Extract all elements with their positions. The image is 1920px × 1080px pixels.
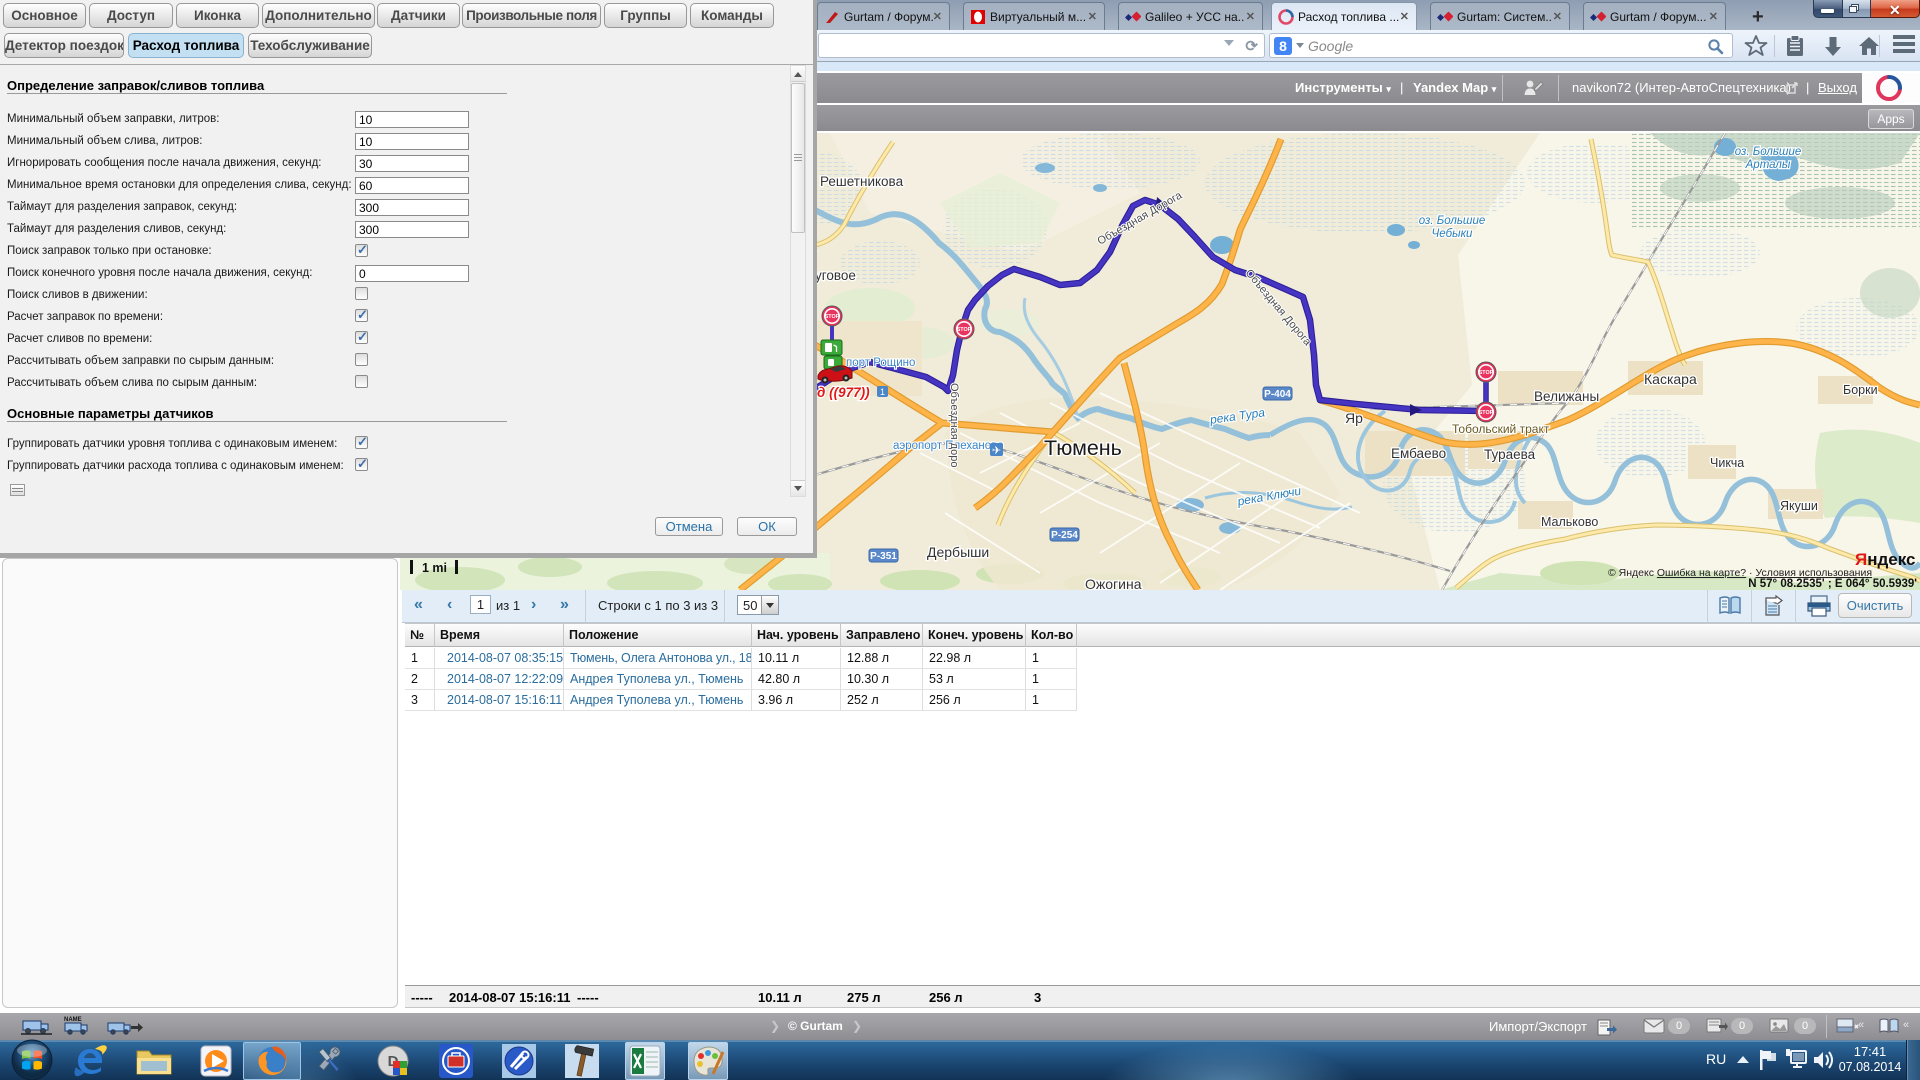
svg-text:Тобольский тракт: Тобольский тракт <box>1452 422 1550 436</box>
svg-text:Арталы: Арталы <box>1745 159 1791 171</box>
svg-text:Мальково: Мальково <box>1541 515 1598 529</box>
svg-text:уговое: уговое <box>815 268 856 283</box>
svg-text:оз. Большие: оз. Большие <box>1419 215 1486 227</box>
svg-text:Якуши: Якуши <box>1780 499 1818 513</box>
svg-text:д ((977)): д ((977)) <box>817 385 870 400</box>
svg-text:STOP: STOP <box>825 314 840 320</box>
svg-text:1 mi: 1 mi <box>422 561 447 575</box>
svg-text:Дербыши: Дербыши <box>927 544 989 560</box>
svg-text:1: 1 <box>880 387 885 397</box>
svg-text:Объездная доро: Объездная доро <box>948 383 960 467</box>
svg-text:Ожогина: Ожогина <box>1085 576 1142 590</box>
svg-text:оз. Большие: оз. Большие <box>1735 146 1802 158</box>
svg-text:Ембаево: Ембаево <box>1391 446 1446 461</box>
svg-text:STOP: STOP <box>957 327 972 333</box>
svg-text:Р-254: Р-254 <box>1051 530 1078 541</box>
svg-text:Тураева: Тураева <box>1484 447 1536 462</box>
svg-text:порт Рощино: порт Рощино <box>846 357 915 369</box>
svg-text:Чебыки: Чебыки <box>1432 228 1474 240</box>
svg-text:STOP: STOP <box>1479 370 1494 376</box>
svg-text:Решетникова: Решетникова <box>820 174 904 189</box>
svg-text:Тюмень: Тюмень <box>1044 436 1122 460</box>
svg-text:N 57° 08.2535' ; E 064° 50.593: N 57° 08.2535' ; E 064° 50.5939' <box>1748 578 1917 590</box>
svg-text:NAME: NAME <box>64 1017 82 1023</box>
svg-text:Велижаны: Велижаны <box>1534 389 1599 404</box>
svg-text:Борки: Борки <box>1843 383 1878 397</box>
svg-text:STOP: STOP <box>1479 410 1494 416</box>
svg-text:✈: ✈ <box>992 445 1001 457</box>
svg-text:Чикча: Чикча <box>1710 456 1744 470</box>
svg-text:Р-351: Р-351 <box>870 551 897 562</box>
svg-text:Яр: Яр <box>1345 410 1363 426</box>
svg-text:Р-404: Р-404 <box>1264 389 1291 400</box>
svg-text:Каскара: Каскара <box>1644 371 1697 387</box>
